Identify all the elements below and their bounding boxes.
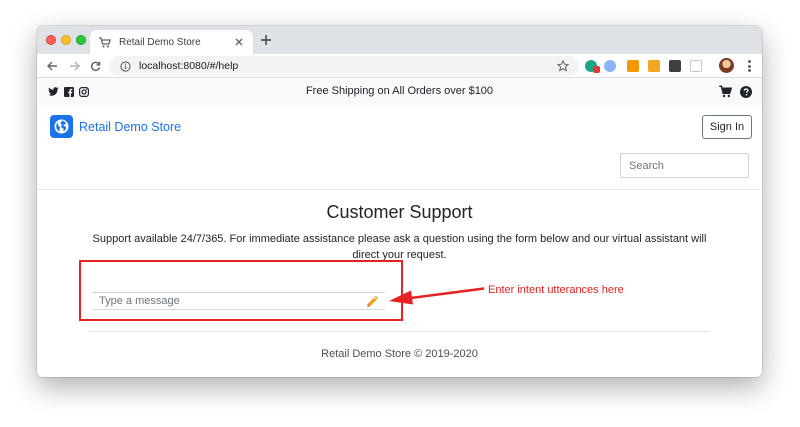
back-arrow-icon[interactable] bbox=[45, 59, 59, 73]
annotation-text: Enter intent utterances here bbox=[488, 284, 624, 296]
extension-orange-icon[interactable] bbox=[627, 60, 639, 72]
search-box bbox=[620, 153, 762, 178]
browser-menu-icon[interactable] bbox=[744, 59, 754, 73]
close-tab-icon[interactable] bbox=[233, 36, 245, 48]
brand-link[interactable]: Retail Demo Store bbox=[50, 115, 181, 138]
url-text: localhost:8080/#/help bbox=[139, 60, 239, 72]
chat-message-row bbox=[93, 292, 385, 310]
shipping-message: Free Shipping on All Orders over $100 bbox=[305, 85, 494, 97]
close-window-button[interactable] bbox=[46, 35, 56, 45]
extension-dark-icon[interactable] bbox=[669, 60, 681, 72]
extension-blue-icon[interactable] bbox=[604, 60, 616, 72]
content-divider bbox=[89, 331, 710, 332]
browser-toolbar: localhost:8080/#/help bbox=[37, 54, 762, 78]
footer-copyright: Retail Demo Store © 2019-2020 bbox=[321, 348, 478, 360]
page-title: Customer Support bbox=[326, 202, 473, 222]
help-icon[interactable] bbox=[740, 85, 752, 98]
extension-badge-icon bbox=[593, 66, 600, 73]
sign-in-button[interactable]: Sign In bbox=[702, 115, 752, 139]
cart-icon[interactable] bbox=[719, 85, 733, 98]
address-bar[interactable]: localhost:8080/#/help bbox=[109, 56, 579, 76]
new-tab-plus-icon[interactable] bbox=[259, 33, 273, 47]
header-divider bbox=[37, 189, 762, 190]
globe-logo-icon bbox=[50, 115, 73, 138]
pencil-icon[interactable] bbox=[366, 295, 379, 308]
search-input[interactable] bbox=[629, 159, 762, 172]
minimize-window-button[interactable] bbox=[61, 35, 71, 45]
message-input[interactable] bbox=[99, 295, 366, 307]
maximize-window-button[interactable] bbox=[76, 35, 86, 45]
promo-topbar: Free Shipping on All Orders over $100 bbox=[37, 79, 762, 105]
cart-favicon-icon bbox=[98, 35, 112, 49]
tab-title: Retail Demo Store bbox=[119, 36, 201, 48]
bookmark-star-icon[interactable] bbox=[557, 60, 569, 72]
profile-avatar-icon[interactable] bbox=[719, 58, 734, 73]
extension-yellow-icon[interactable] bbox=[648, 60, 660, 72]
browser-window: Retail Demo Store localhost:8080/#/help bbox=[37, 26, 762, 377]
info-icon[interactable] bbox=[119, 60, 131, 72]
browser-tab[interactable]: Retail Demo Store bbox=[90, 30, 253, 54]
tab-strip: Retail Demo Store bbox=[37, 26, 762, 54]
page-content: Free Shipping on All Orders over $100 Re… bbox=[37, 79, 762, 377]
forward-arrow-icon[interactable] bbox=[67, 59, 81, 73]
extension-aws-icon[interactable] bbox=[690, 60, 702, 72]
annotation-highlight-box bbox=[79, 260, 403, 321]
support-description: Support available 24/7/365. For immediat… bbox=[92, 233, 707, 261]
reload-icon[interactable] bbox=[88, 59, 102, 73]
brand-name: Retail Demo Store bbox=[79, 119, 182, 134]
